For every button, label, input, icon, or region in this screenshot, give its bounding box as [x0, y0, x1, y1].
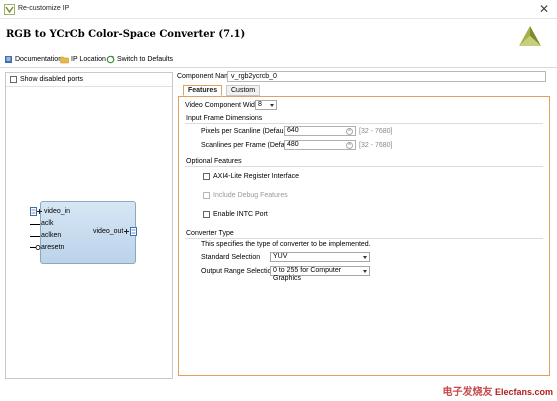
intc-port-label: Enable INTC Port: [213, 211, 268, 218]
component-name-label: Component Name: [177, 73, 234, 80]
chevron-down-icon: [363, 270, 367, 273]
scanlines-range: [32 - 7680]: [359, 142, 393, 149]
port-aresetn: aresetn: [41, 244, 65, 251]
video-width-value: 8: [258, 101, 262, 108]
output-range-select[interactable]: 0 to 255 for Computer Graphics: [270, 266, 370, 282]
bus-port-plus-icon: [30, 207, 42, 216]
refresh-icon: [106, 55, 115, 64]
configuration-panel: Component Name v_rgb2ycrcb_0 Features Cu…: [176, 69, 552, 381]
converter-type-title: Converter Type: [186, 230, 234, 237]
pixels-value: 640: [287, 127, 299, 134]
video-width-label: Video Component Width: [185, 102, 261, 109]
documentation-button[interactable]: Documentation: [4, 55, 62, 64]
vivado-app-icon: [4, 4, 15, 15]
tab-features[interactable]: Features: [183, 85, 223, 96]
scanlines-value: 480: [287, 141, 299, 148]
ip-header: RGB to YCrCb Color-Space Converter (7.1): [0, 19, 557, 52]
documentation-label: Documentation: [15, 56, 63, 63]
show-disabled-ports-label: Show disabled ports: [20, 76, 84, 83]
pixels-label: Pixels per Scanline (Default): [201, 128, 290, 135]
ip-symbol-panel: Show disabled ports video_in aclk aclken…: [5, 72, 173, 379]
intc-port-checkbox[interactable]: [203, 211, 210, 218]
scanlines-per-frame-input[interactable]: 480 ×: [284, 140, 356, 150]
ip-title: RGB to YCrCb Color-Space Converter (7.1): [6, 29, 246, 40]
chevron-down-icon: [363, 256, 367, 259]
port-video-in: video_in: [44, 208, 71, 215]
port-line-aclken: [30, 236, 40, 237]
chevron-down-icon: [270, 104, 274, 107]
switch-defaults-button[interactable]: Switch to Defaults: [106, 55, 173, 64]
folder-icon: [60, 56, 69, 64]
output-range-label: Output Range Selection: [201, 268, 276, 275]
switch-defaults-label: Switch to Defaults: [117, 56, 174, 63]
reset-port-icon: [30, 245, 41, 250]
watermark: 电子发烧友 Elecfans.com: [442, 383, 553, 398]
pixels-range: [32 - 7680]: [359, 128, 393, 135]
output-range-value: 0 to 255 for Computer Graphics: [273, 267, 342, 282]
port-line-aclk: [30, 224, 40, 225]
show-disabled-ports-row[interactable]: Show disabled ports: [6, 73, 172, 87]
clear-icon[interactable]: ×: [346, 142, 353, 149]
divider: [185, 238, 543, 239]
tab-custom[interactable]: Custom: [226, 85, 261, 96]
debug-features-option: Include Debug Features: [203, 192, 288, 199]
window-title: Re-customize IP: [18, 5, 70, 12]
axi-lite-label: AXI4-Lite Register Interface: [213, 173, 299, 180]
bus-port-plus-icon: [124, 227, 137, 236]
clear-icon[interactable]: ×: [346, 128, 353, 135]
standard-selection-value: YUV: [273, 253, 288, 260]
divider: [185, 166, 543, 167]
port-aclken: aclken: [41, 232, 62, 239]
standard-selection-select[interactable]: YUV: [270, 252, 370, 262]
watermark-cn: 电子发烧友: [442, 387, 493, 398]
scanlines-label: Scanlines per Frame (Default): [201, 142, 295, 149]
xilinx-logo-icon: [519, 26, 541, 46]
close-icon[interactable]: ✕: [539, 2, 549, 16]
book-icon: [5, 56, 12, 63]
port-aclk: aclk: [41, 220, 54, 227]
standard-selection-label: Standard Selection: [201, 254, 261, 261]
converter-description: This specifies the type of converter to …: [201, 241, 371, 248]
component-name-row: Component Name v_rgb2ycrcb_0: [176, 71, 552, 83]
divider: [185, 123, 543, 124]
debug-features-label: Include Debug Features: [213, 192, 288, 199]
input-frame-title: Input Frame Dimensions: [186, 115, 263, 122]
port-video-out: video_out: [93, 228, 124, 235]
component-name-field[interactable]: v_rgb2ycrcb_0: [227, 71, 546, 82]
axi-lite-option[interactable]: AXI4-Lite Register Interface: [203, 173, 299, 180]
video-width-select[interactable]: 8: [255, 100, 277, 110]
features-tab-content: Video Component Width 8 Input Frame Dime…: [178, 96, 550, 376]
window-titlebar: Re-customize IP ✕: [0, 0, 557, 19]
pixels-per-scanline-input[interactable]: 640 ×: [284, 126, 356, 136]
ip-location-button[interactable]: IP Location: [60, 55, 106, 64]
toolbar: Documentation IP Location Switch to Defa…: [0, 52, 557, 68]
debug-features-checkbox: [203, 192, 210, 199]
ip-location-label: IP Location: [71, 56, 106, 63]
show-disabled-ports-checkbox[interactable]: [10, 76, 17, 83]
intc-port-option[interactable]: Enable INTC Port: [203, 211, 268, 218]
watermark-en: Elecfans.com: [494, 387, 553, 397]
optional-features-title: Optional Features: [186, 158, 242, 165]
axi-lite-checkbox[interactable]: [203, 173, 210, 180]
